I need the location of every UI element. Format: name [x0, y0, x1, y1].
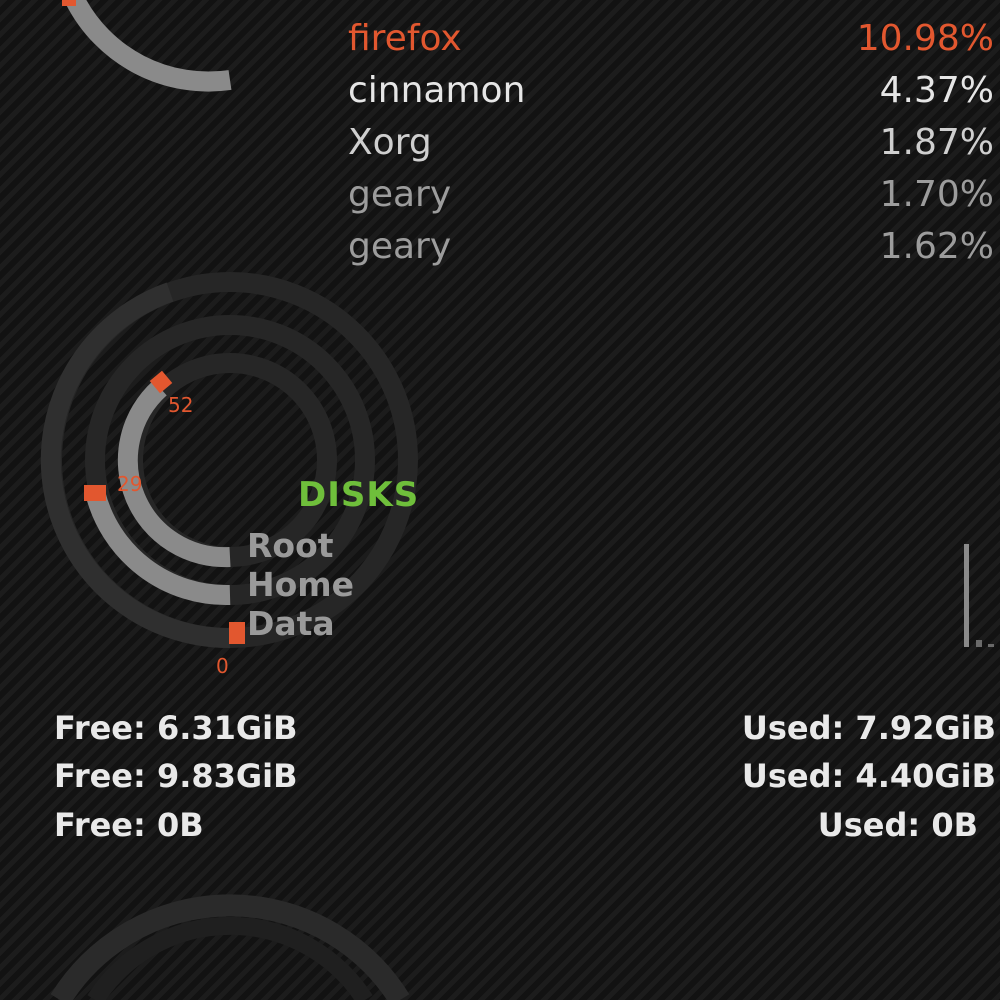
- home-marker: [84, 485, 106, 501]
- disk-label-home: Home: [247, 565, 355, 604]
- process-name: geary: [348, 226, 452, 267]
- process-name: firefox: [348, 18, 462, 59]
- process-name: cinnamon: [348, 70, 526, 111]
- data-tick-label: 0: [216, 654, 229, 678]
- disk-gauge: [40, 272, 418, 649]
- process-cpu-percent: 4.37%: [879, 70, 994, 111]
- process-cpu-percent: 1.70%: [879, 174, 994, 215]
- free-home: Free: 9.83GiB: [54, 757, 298, 795]
- next-gauge-remnant: [50, 894, 410, 1000]
- used-home: Used: 4.40GiB: [741, 757, 996, 795]
- cpu-gauge-remnant: [62, 0, 232, 92]
- process-name: Xorg: [348, 122, 432, 163]
- home-tick-label: 29: [117, 472, 143, 496]
- data-marker: [229, 622, 245, 644]
- process-name: geary: [348, 174, 452, 215]
- process-cpu-percent: 1.87%: [879, 122, 994, 163]
- disk-label-data: Data: [247, 604, 335, 643]
- process-row: geary 1.70%: [348, 170, 994, 220]
- process-row: firefox 10.98%: [348, 14, 994, 64]
- free-root: Free: 6.31GiB: [54, 709, 298, 747]
- used-data: Used: 0B: [817, 806, 978, 844]
- root-tick-label: 52: [168, 393, 194, 417]
- process-row: Xorg 1.87%: [348, 118, 994, 168]
- disk-label-root: Root: [247, 526, 334, 565]
- disks-title: DISKS: [298, 475, 420, 515]
- process-cpu-percent: 1.62%: [879, 226, 994, 267]
- process-row: cinnamon 4.37%: [348, 66, 994, 116]
- process-cpu-percent: 10.98%: [856, 18, 994, 59]
- process-row: geary 1.62%: [348, 222, 994, 272]
- used-root: Used: 7.92GiB: [741, 709, 996, 747]
- free-data: Free: 0B: [54, 806, 204, 844]
